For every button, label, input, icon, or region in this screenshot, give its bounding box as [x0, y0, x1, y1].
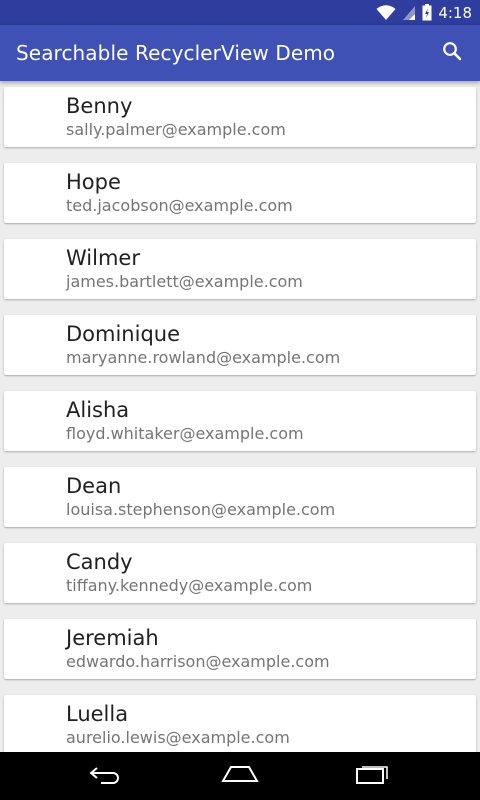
contact-card[interactable]: Hope ted.jacobson@example.com [4, 163, 476, 223]
contact-card[interactable]: Candy tiffany.kennedy@example.com [4, 543, 476, 603]
contact-name: Wilmer [66, 246, 140, 270]
contact-email: aurelio.lewis@example.com [66, 728, 290, 747]
navigation-bar [0, 752, 480, 800]
contact-card[interactable]: Luella aurelio.lewis@example.com [4, 695, 476, 752]
contact-email: louisa.stephenson@example.com [66, 500, 336, 519]
contact-email: james.bartlett@example.com [66, 272, 303, 291]
home-icon [221, 765, 259, 788]
contact-card[interactable]: Benny sally.palmer@example.com [4, 87, 476, 147]
contact-card[interactable]: Wilmer james.bartlett@example.com [4, 239, 476, 299]
back-button[interactable] [67, 752, 147, 800]
home-button[interactable] [200, 752, 280, 800]
back-icon [89, 764, 125, 789]
contact-name: Candy [66, 550, 133, 574]
contact-name: Dominique [66, 322, 181, 346]
contact-email: edwardo.harrison@example.com [66, 652, 330, 671]
contact-email: sally.palmer@example.com [66, 120, 286, 139]
contact-email: floyd.whitaker@example.com [66, 424, 304, 443]
contact-card[interactable]: Jeremiah edwardo.harrison@example.com [4, 619, 476, 679]
contact-card[interactable]: Dean louisa.stephenson@example.com [4, 467, 476, 527]
wifi-icon [376, 4, 396, 21]
search-icon [442, 41, 462, 66]
cell-signal-icon [402, 5, 416, 21]
recents-icon [356, 764, 390, 789]
status-bar: 4:18 [0, 0, 480, 25]
contact-email: ted.jacobson@example.com [66, 196, 293, 215]
contact-email: tiffany.kennedy@example.com [66, 576, 313, 595]
contact-list[interactable]: Benny sally.palmer@example.com Hope ted.… [0, 81, 480, 752]
contact-name: Jeremiah [66, 626, 159, 650]
recents-button[interactable] [333, 752, 413, 800]
contact-name: Benny [66, 94, 133, 118]
contact-card[interactable]: Dominique maryanne.rowland@example.com [4, 315, 476, 375]
app-bar: Searchable RecyclerView Demo [0, 25, 480, 81]
app-title: Searchable RecyclerView Demo [16, 41, 336, 65]
contact-name: Dean [66, 474, 122, 498]
contact-name: Alisha [66, 398, 130, 422]
clock: 4:18 [438, 3, 472, 22]
contact-card[interactable]: Alisha floyd.whitaker@example.com [4, 391, 476, 451]
search-button[interactable] [438, 39, 466, 67]
contact-email: maryanne.rowland@example.com [66, 348, 341, 367]
contact-name: Luella [66, 702, 129, 726]
battery-icon [422, 4, 432, 21]
contact-name: Hope [66, 170, 121, 194]
